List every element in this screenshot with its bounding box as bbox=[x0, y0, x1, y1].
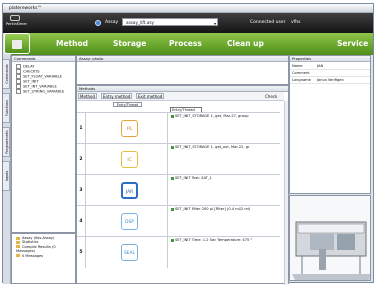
commands-tree: DELAY CHECKTS SET_FLOAT_VARIABLE SET_INI… bbox=[12, 62, 75, 95]
sidebar-tab-programmatic[interactable]: Programmatic bbox=[3, 127, 10, 157]
application-window: platereworks™ PerkinElmer Assay assay_li… bbox=[2, 3, 374, 285]
method-step-text: SET_INIT_STORAGE 1, get_out, Mar-22, gr bbox=[171, 145, 250, 149]
step-clean-up[interactable]: Clean up bbox=[227, 33, 264, 55]
sidebar-tab-inputs[interactable]: Inputs bbox=[3, 161, 10, 191]
row-number: 4 bbox=[77, 206, 86, 237]
assay-label: Assay bbox=[105, 20, 119, 25]
method-row[interactable]: 4 DSP SET_INIT Filter 200 µl [Filter] (0… bbox=[77, 205, 280, 237]
method-button[interactable]: Method bbox=[78, 93, 98, 99]
command-item[interactable]: SET_STRING_VARIABLE bbox=[16, 89, 75, 94]
commands-panel: Commands DELAY CHECKTS SET_FLOAT_VARIABL… bbox=[11, 55, 76, 233]
exit-method-button[interactable]: Exit method bbox=[136, 93, 165, 99]
left-sidebar: Commands Functions Programmatic Inputs bbox=[3, 55, 11, 284]
perkinelmer-logo: PerkinElmer bbox=[6, 15, 27, 31]
method-step-text: SET_INIT Filter 200 µl [Filter] (0.4 ml/… bbox=[171, 207, 250, 211]
method-row[interactable]: 5 SEAL SET_INIT Time: 1.2 Sec Temperatur… bbox=[77, 236, 280, 285]
liquid-handler-icon bbox=[292, 221, 370, 280]
result-item[interactable]: 0 Messages bbox=[12, 254, 75, 258]
pl-block-icon[interactable]: PL bbox=[121, 120, 138, 137]
check-label: Check bbox=[265, 94, 278, 99]
step-method[interactable]: Method bbox=[56, 33, 88, 55]
step-storage[interactable]: Storage bbox=[113, 33, 146, 55]
properties-title: Properties bbox=[290, 56, 370, 62]
ic-block-icon[interactable]: IC bbox=[121, 151, 138, 168]
connected-user-value: vfhs bbox=[291, 20, 301, 25]
workflow-ribbon: Method Storage Process Clean up Service bbox=[11, 33, 373, 55]
sidebar-tab-commands[interactable]: Commands bbox=[3, 59, 10, 89]
seal-block-icon[interactable]: SEAL bbox=[121, 244, 138, 261]
property-row: Comment bbox=[290, 70, 370, 77]
results-panel: Assay (Ibis-Assay) Statistics Compile Re… bbox=[11, 233, 76, 284]
property-row: Longname Janus Verifigen bbox=[290, 77, 370, 84]
instrument-image bbox=[289, 195, 371, 281]
method-step-text: SET_INIT_STORAGE 1, get, Mar-27, group bbox=[171, 114, 249, 118]
sidebar-tab-functions[interactable]: Functions bbox=[3, 93, 10, 123]
result-item[interactable]: Compile Results (0 Messages) bbox=[12, 245, 75, 254]
properties-panel: Properties Name JAN Comment Longname Janus… bbox=[289, 55, 371, 194]
connected-user-label: Connected user bbox=[250, 20, 286, 25]
method-grid: 1 PL SET_INIT_STORAGE 1, get, Mar-27, gr… bbox=[77, 112, 284, 285]
title-bar: platereworks™ bbox=[3, 4, 373, 13]
dsp-block-icon[interactable]: DSP bbox=[121, 213, 138, 230]
jar-block-icon[interactable]: JAR bbox=[121, 182, 138, 199]
row-number: 1 bbox=[77, 113, 86, 144]
assay-icon bbox=[95, 20, 101, 26]
methods-scrollbar[interactable] bbox=[284, 101, 288, 285]
entry-method-button[interactable]: Entry method bbox=[101, 93, 133, 99]
method-step-text: SET_INIT Time: 1.2 Sec Temperature: 475 … bbox=[171, 238, 252, 242]
method-row[interactable]: 2 IC SET_INIT_STORAGE 1, get_out, Mar-22… bbox=[77, 143, 280, 175]
property-row: Name JAN bbox=[290, 63, 370, 70]
window-title: platereworks™ bbox=[9, 6, 42, 11]
step-process[interactable]: Process bbox=[169, 33, 202, 55]
back-nav-button[interactable] bbox=[4, 33, 30, 54]
assay-title: Assay: photo bbox=[77, 56, 288, 62]
results-list: Assay (Ibis-Assay) Statistics Compile Re… bbox=[12, 234, 75, 283]
row-number: 2 bbox=[77, 144, 86, 175]
step-service[interactable]: Service bbox=[337, 33, 368, 55]
assay-panel: Assay: photo bbox=[76, 55, 289, 85]
chevron-down-icon: ▾ bbox=[213, 21, 216, 26]
methods-panel: Methods Method Entry method Exit method … bbox=[76, 85, 289, 285]
method-row[interactable]: 3 JAR SET_INIT Test: SAT_1 bbox=[77, 174, 280, 206]
methods-toolbar: Method Entry method Exit method Check bbox=[77, 92, 284, 101]
top-toolbar: PerkinElmer Assay assay_lift.asy ▾ Conne… bbox=[3, 13, 373, 33]
row-number: 3 bbox=[77, 175, 86, 206]
entry-thread-dropdown[interactable]: Entry/Thread bbox=[113, 102, 142, 107]
assay-select[interactable]: assay_lift.asy ▾ bbox=[122, 18, 218, 26]
method-row[interactable]: 1 PL SET_INIT_STORAGE 1, get, Mar-27, gr… bbox=[77, 112, 280, 144]
method-step-text: SET_INIT Test: SAT_1 bbox=[171, 176, 212, 180]
row-number: 5 bbox=[77, 237, 86, 268]
